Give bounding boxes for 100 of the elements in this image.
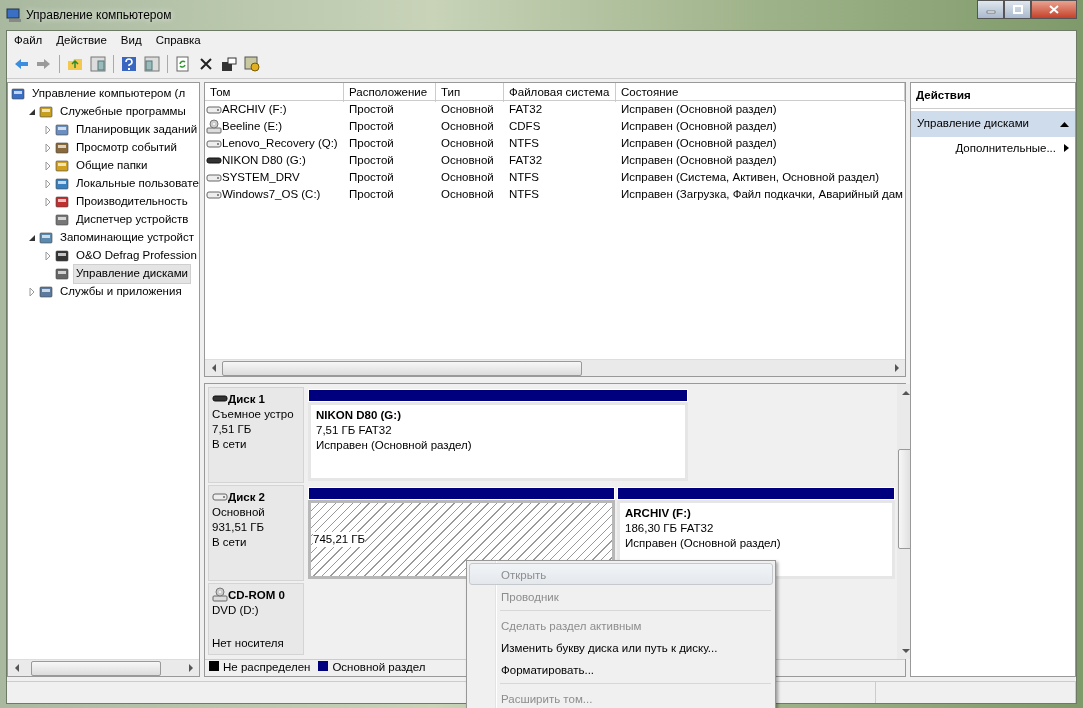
- table-cell-text: Простой: [348, 136, 395, 151]
- table-cell-text: Простой: [348, 119, 395, 134]
- tree-item[interactable]: Службы и приложения: [57, 282, 185, 302]
- partition-info: 186,30 ГБ FAT32: [625, 520, 715, 536]
- table-cell-text: Основной: [440, 119, 495, 134]
- minimize-button[interactable]: [977, 0, 1004, 19]
- column-header[interactable]: Тип: [436, 83, 504, 103]
- tree-node-icon: [54, 248, 70, 264]
- table-cell-text: Основной: [440, 187, 495, 202]
- tree-item[interactable]: Управление компьютером (л: [29, 84, 189, 104]
- table-cell-text: Основной: [440, 136, 495, 151]
- menu-item[interactable]: Изменить букву диска или путь к диску...: [469, 636, 773, 658]
- partition-info: Исправен (Основной раздел): [625, 535, 782, 551]
- tree-item[interactable]: Запоминающие устройст: [57, 228, 197, 248]
- partition[interactable]: NIKON D80 (G:) 7,51 ГБ FAT32 Исправен (Основной раздел): [308, 402, 688, 481]
- table-cell-text: Beeline (E:): [222, 118, 283, 134]
- table-cell-text: Простой: [348, 153, 395, 168]
- disk-info: В сети: [212, 534, 248, 550]
- disk-info: Основной: [212, 505, 266, 520]
- menu-item[interactable]: Файл: [7, 31, 50, 49]
- disk-info: Съемное устро: [212, 407, 295, 422]
- down-arrow-icon: [901, 647, 910, 654]
- table-cell-text: Основной: [440, 153, 495, 168]
- refresh-icon: [175, 55, 191, 72]
- tree-item[interactable]: Локальные пользовате: [73, 174, 199, 194]
- panel-icon: [144, 55, 160, 72]
- tree-item[interactable]: Общие папки: [73, 156, 151, 176]
- partition-title: ARCHIV (F:): [625, 506, 692, 521]
- settings-button[interactable]: [242, 53, 262, 74]
- tree-item[interactable]: Планировщик заданий: [73, 120, 199, 140]
- table-cell-text: FAT32: [508, 102, 544, 117]
- actions-section[interactable]: Управление дисками: [911, 111, 1075, 137]
- table-cell-text: Исправен (Основной раздел): [620, 102, 778, 117]
- right-arrow-icon: [187, 664, 194, 672]
- column-header[interactable]: Файловая система: [504, 83, 616, 103]
- table-cell-text: Исправен (Загрузка, Файл подкачки, Аварийный дам: [620, 187, 905, 202]
- tree-node-icon: [38, 230, 54, 246]
- left-arrow-icon: [210, 364, 217, 372]
- tree-item[interactable]: Служебные программы: [57, 102, 189, 122]
- panel-button[interactable]: [142, 53, 162, 74]
- tree-node-icon: [54, 266, 70, 282]
- partition-info: Исправен (Основной раздел): [316, 437, 473, 453]
- table-cell-text: Простой: [348, 170, 395, 185]
- table-cell-text: FAT32: [508, 153, 544, 168]
- table-cell-text: Основной: [440, 170, 495, 185]
- computer-icon: [6, 7, 22, 23]
- close-icon: [1049, 5, 1059, 14]
- table-cell-text: ARCHIV (F:): [222, 101, 287, 117]
- column-header[interactable]: Расположение: [344, 83, 436, 103]
- table-cell-text: NTFS: [508, 136, 541, 151]
- tree-node-icon: [54, 176, 70, 192]
- tree-item[interactable]: Производительность: [73, 192, 191, 212]
- scrollbar-thumb[interactable]: [222, 360, 582, 376]
- tree-node-icon: [54, 212, 70, 228]
- action-item[interactable]: Дополнительные...: [911, 136, 1075, 160]
- scrollbar-thumb[interactable]: [31, 660, 161, 676]
- tree-node-icon: [38, 284, 54, 300]
- table-cell-text: Простой: [348, 102, 395, 117]
- menu-item[interactable]: Форматировать...: [469, 658, 773, 680]
- tree-node-icon: [54, 158, 70, 174]
- menu-item[interactable]: Справка: [148, 31, 208, 49]
- cd-drive-icon: [212, 587, 228, 603]
- legend-label: Не распределен: [223, 661, 311, 674]
- tree-node-icon: [54, 194, 70, 210]
- tree-item[interactable]: O&O Defrag Profession: [73, 246, 199, 266]
- disk-label[interactable]: CD-ROM 0 DVD (D:) Нет носителя: [208, 583, 304, 655]
- tree-node-icon: [54, 122, 70, 138]
- close-button[interactable]: [1031, 0, 1077, 19]
- table-cell-text: Исправен (Система, Активен, Основной раздел): [620, 170, 880, 185]
- window-title: Управление компьютером: [26, 7, 172, 24]
- disk-info: 7,51 ГБ: [212, 421, 253, 437]
- table-cell-text: Основной: [440, 102, 495, 117]
- panel-button[interactable]: [88, 53, 108, 74]
- panel-icon: [90, 55, 106, 72]
- help-icon: [121, 55, 137, 72]
- partition-info: 7,51 ГБ FAT32: [316, 422, 393, 438]
- disk-info: DVD (D:): [212, 603, 260, 618]
- table-cell-text: NIKON D80 (G:): [222, 152, 306, 168]
- tree-item[interactable]: Просмотр событий: [73, 138, 180, 158]
- tree-item[interactable]: Диспетчер устройств: [73, 210, 192, 230]
- legend-label: Основной раздел: [332, 661, 426, 674]
- disk-info: 931,51 ГБ: [212, 519, 266, 535]
- up-arrow-icon: [901, 389, 910, 396]
- column-header[interactable]: Том: [205, 83, 344, 103]
- disk-info: Нет носителя: [212, 636, 285, 651]
- partition-title: NIKON D80 (G:): [316, 408, 402, 423]
- menu-item[interactable]: Действие: [49, 31, 114, 49]
- disk-label[interactable]: Диск 1 Съемное устро 7,51 ГБ В сети: [208, 387, 304, 483]
- tree-item[interactable]: Управление дисками: [73, 264, 192, 284]
- menu-item[interactable]: Вид: [113, 31, 149, 49]
- submenu-arrow-icon: [1064, 144, 1069, 153]
- tree-node-icon: [38, 104, 54, 120]
- collapse-arrow-icon: [1060, 120, 1069, 127]
- disk-label[interactable]: Диск 2 Основной 931,51 ГБ В сети: [208, 485, 304, 581]
- actions-header: Действия: [911, 83, 1075, 110]
- column-header[interactable]: Состояние: [616, 83, 905, 103]
- table-cell-text: Исправен (Основной раздел): [620, 153, 778, 168]
- properties-icon: [221, 55, 237, 72]
- table-cell-text: Исправен (Основной раздел): [620, 136, 778, 151]
- maximize-button[interactable]: [1004, 0, 1031, 19]
